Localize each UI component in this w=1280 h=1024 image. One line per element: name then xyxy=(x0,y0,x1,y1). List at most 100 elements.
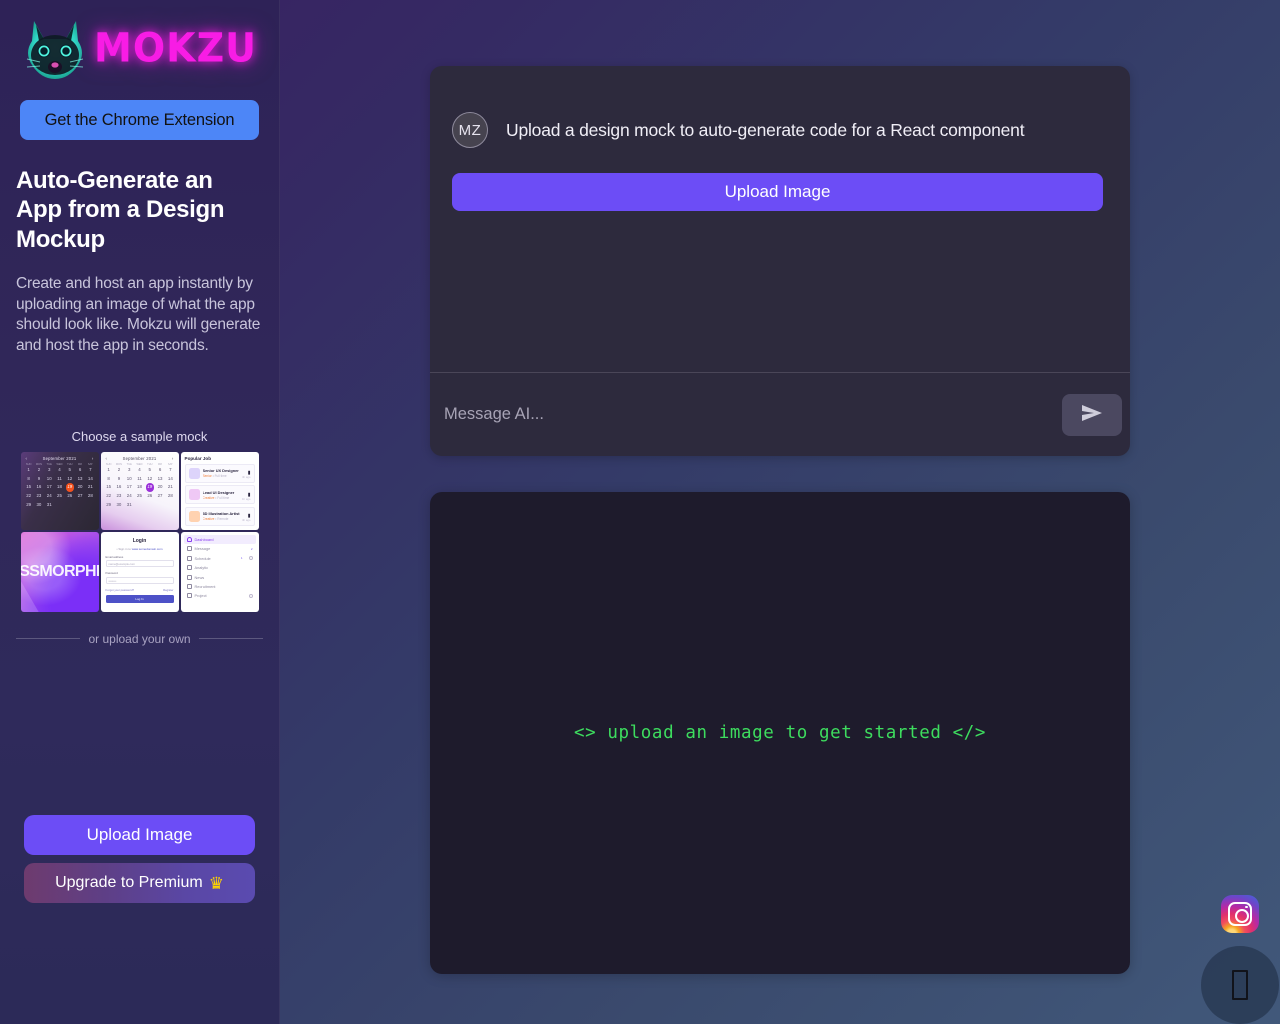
day xyxy=(75,501,85,510)
job-time: 4h ago xyxy=(241,518,251,523)
folder-icon xyxy=(186,593,192,599)
upload-divider: or upload your own xyxy=(16,632,264,646)
dash-item-label: Recruitment xyxy=(194,583,216,589)
day: 13 xyxy=(77,475,83,481)
day: 25 xyxy=(137,493,142,499)
day: 16 xyxy=(36,484,42,490)
job-title: Lead UI Designer xyxy=(202,489,235,495)
day xyxy=(85,501,95,510)
day: 10 xyxy=(126,475,132,481)
job-title: Senior UX Designer xyxy=(202,468,239,474)
day: 27 xyxy=(77,493,83,499)
chat-fab-button[interactable] xyxy=(1201,946,1279,1024)
day: 30 xyxy=(36,502,42,508)
chat-bubble-icon xyxy=(1232,970,1248,1000)
instagram-button[interactable] xyxy=(1221,895,1259,933)
calendar-prev-icon: ‹ xyxy=(25,455,28,461)
day: 4 xyxy=(58,466,61,472)
dash-item-news: News xyxy=(184,572,256,581)
sidebar-headline: Auto-Generate an App from a Design Mocku… xyxy=(16,167,225,253)
message-input[interactable] xyxy=(444,394,1052,435)
get-chrome-extension-button[interactable]: Get the Chrome Extension xyxy=(20,100,259,140)
app-root: MOKZU Get the Chrome Extension Auto-Gene… xyxy=(0,0,1280,1024)
day: 22 xyxy=(26,493,32,499)
sample-mock-dashboard-nav[interactable]: Dashboard Message 2 Schedule 1 Analytic xyxy=(180,531,259,612)
day xyxy=(165,501,175,510)
dow: FRI xyxy=(77,462,83,466)
dash-item-dashboard: Dashboard xyxy=(183,534,256,545)
sample-mock-login[interactable]: Login • Sign in to www.somedomain.com Em… xyxy=(100,531,179,612)
calendar-week: 1 2 3 4 5 6 7 xyxy=(21,466,99,475)
dow: SAT xyxy=(167,462,173,466)
sidebar-subcopy: Create and host an app instantly by uplo… xyxy=(16,274,261,355)
dash-item-recruitment: Recruitment xyxy=(184,582,256,591)
send-button[interactable] xyxy=(1062,393,1122,436)
calendar-week: 15 16 17 18 19 20 21 xyxy=(21,483,99,492)
calendar-week: 29 30 31 xyxy=(21,501,99,510)
day: 21 xyxy=(167,484,173,490)
chart-icon xyxy=(186,565,192,571)
forgot-password-link: Forgot your password? xyxy=(105,587,135,592)
day: 24 xyxy=(126,493,132,499)
dash-item-label: News xyxy=(194,574,205,580)
sample-mock-label: Choose a sample mock xyxy=(71,428,208,444)
chat-upload-image-button[interactable]: Upload Image xyxy=(452,173,1103,211)
dow: THU xyxy=(147,462,153,466)
password-field: •••••••• xyxy=(105,576,174,584)
day: 5 xyxy=(68,466,71,472)
day xyxy=(155,501,165,510)
day: 3 xyxy=(47,466,51,472)
day: 8 xyxy=(107,475,110,481)
day: 18 xyxy=(57,484,62,490)
job-avatar-icon xyxy=(188,489,200,501)
code-placeholder-text: <> upload an image to get started </> xyxy=(573,723,987,743)
more-icon xyxy=(248,593,253,598)
day: 24 xyxy=(46,493,52,499)
dow: TUE xyxy=(46,462,52,466)
job-list-title: Popular Job xyxy=(184,455,212,461)
briefcase-icon xyxy=(186,583,192,589)
day: 7 xyxy=(89,466,92,472)
dash-item-label: Project xyxy=(194,593,207,599)
sample-mock-ssmorphi[interactable]: SSMORPHI xyxy=(20,531,99,612)
job-meta: Full time xyxy=(214,474,227,479)
calendar-dow-row: SUN MON TUE WED THU FRI SAT xyxy=(101,463,179,466)
chat-input-row xyxy=(430,372,1130,456)
mokzu-cat-logo-icon xyxy=(24,15,86,81)
day: 11 xyxy=(137,475,142,481)
upgrade-to-premium-button[interactable]: Upgrade to Premium ♛ xyxy=(24,863,255,903)
day xyxy=(65,501,75,510)
day: 29 xyxy=(26,502,32,508)
job-card: Lead UI Designer Creative • Full time ▮ … xyxy=(184,485,255,505)
sample-mock-dark-calendar[interactable]: ‹ September 2021 › SUN MON TUE WED THU F… xyxy=(20,451,99,530)
day: 12 xyxy=(147,475,153,481)
day: 9 xyxy=(117,475,121,481)
more-icon xyxy=(248,556,253,561)
day: 27 xyxy=(157,493,163,499)
day: 25 xyxy=(57,493,62,499)
day: 10 xyxy=(46,475,52,481)
day: 11 xyxy=(57,475,62,481)
day xyxy=(145,501,155,510)
sample-mock-light-calendar[interactable]: ‹ September 2021 › SUN MON TUE WED THU F… xyxy=(100,451,179,530)
job-tag: Creative xyxy=(202,495,215,500)
day: 22 xyxy=(106,493,112,499)
password-label: Password xyxy=(105,571,118,576)
dash-item-badge: 1 xyxy=(240,556,243,561)
day: 21 xyxy=(87,484,93,490)
day: 26 xyxy=(67,493,73,499)
dash-item-label: Schedule xyxy=(194,555,211,561)
dow: TUE xyxy=(126,462,132,466)
crown-icon: ♛ xyxy=(208,873,224,893)
day: 31 xyxy=(126,502,132,508)
job-avatar-icon xyxy=(188,510,200,522)
sample-mock-popular-job[interactable]: Popular Job Senior UX Designer Senior • … xyxy=(180,451,259,530)
dash-item-project: Project xyxy=(184,591,256,600)
sidebar-upload-image-button[interactable]: Upload Image xyxy=(24,815,255,855)
job-title: 3D Illustration Artist xyxy=(202,511,240,517)
login-subtitle-link: www.somedomain.com xyxy=(131,546,163,551)
day: 17 xyxy=(126,484,132,490)
brand: MOKZU xyxy=(12,0,267,96)
register-link: Register xyxy=(163,587,174,592)
